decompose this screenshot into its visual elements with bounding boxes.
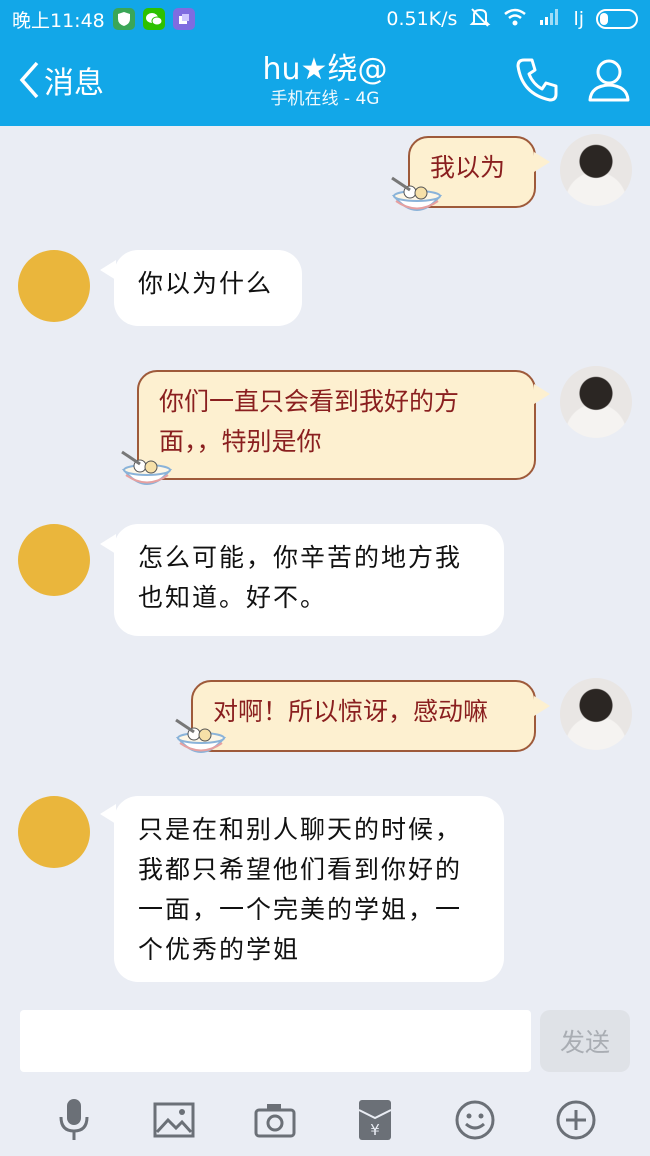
wechat-icon (142, 8, 165, 30)
message-text-line: 也知道。好不。 (138, 583, 328, 612)
status-time: 晚上11:48 (12, 9, 105, 32)
chat-header: 消息 hu★绕@ 手机在线 - 4G (0, 38, 650, 126)
image-icon[interactable] (151, 1097, 197, 1143)
contact-avatar[interactable] (18, 250, 90, 322)
bowl-sticker-icon (391, 176, 443, 211)
bowl-sticker-icon (175, 718, 227, 753)
message-input[interactable] (20, 1010, 531, 1072)
shield-icon (112, 8, 135, 30)
emoji-icon[interactable] (452, 1097, 498, 1143)
bubble-tail (534, 384, 550, 404)
message-text: 对啊！所以惊讶，感动嘛 (213, 697, 489, 726)
signal-icon (539, 8, 561, 31)
message-text-line: 只是在和别人聊天的时候， (138, 815, 463, 844)
message-bubble-contact[interactable]: 怎么可能，你辛苦的地方我 也知道。好不。 (114, 524, 504, 636)
battery-icon (596, 9, 638, 29)
wifi-icon (503, 7, 527, 32)
compose-bar: 发送 (0, 1000, 650, 1084)
message-bubble-contact[interactable]: 你以为什么 (114, 250, 302, 326)
message-text: 你以为什么 (138, 269, 274, 298)
message-bubble-mine[interactable]: 你们一直只会看到我好的方 面，，特别是你 (137, 370, 536, 480)
carrier-label: lj (573, 8, 584, 30)
bubble-tail (534, 696, 550, 716)
contact-avatar[interactable] (18, 796, 90, 868)
bowl-sticker-icon (121, 450, 173, 485)
send-button[interactable]: 发送 (540, 1010, 630, 1072)
profile-icon[interactable] (587, 56, 631, 108)
red-packet-icon[interactable]: ¥ (352, 1097, 398, 1143)
message-bubble-mine[interactable]: 对啊！所以惊讶，感动嘛 (191, 680, 536, 752)
microphone-icon[interactable] (51, 1097, 97, 1143)
status-bar: 晚上11:48 0.51K/s lj (0, 0, 650, 38)
message-text-line: 面，，特别是你 (159, 427, 322, 456)
message-text-line: 一面，一个完美的学姐，一 (138, 895, 463, 924)
message-bubble-contact[interactable]: 只是在和别人聊天的时候， 我都只希望他们看到你好的 一面，一个完美的学姐，一 个… (114, 796, 504, 982)
network-speed: 0.51K/s (386, 8, 458, 30)
contact-avatar[interactable] (18, 524, 90, 596)
my-avatar[interactable] (560, 678, 632, 750)
camera-icon[interactable] (252, 1097, 298, 1143)
my-avatar[interactable] (560, 134, 632, 206)
bubble-tail (534, 152, 550, 172)
my-avatar[interactable] (560, 366, 632, 438)
mute-icon (469, 6, 491, 33)
compose-toolbar: ¥ (0, 1084, 650, 1156)
message-text-line: 个优秀的学姐 (138, 935, 301, 964)
message-text-line: 怎么可能，你辛苦的地方我 (138, 543, 463, 572)
notification-icon (172, 8, 195, 30)
svg-text:¥: ¥ (370, 1121, 380, 1139)
plus-icon[interactable] (553, 1097, 599, 1143)
message-text-line: 你们一直只会看到我好的方 (159, 387, 460, 416)
message-text-line: 我都只希望他们看到你好的 (138, 855, 463, 884)
phone-icon[interactable] (514, 56, 560, 108)
